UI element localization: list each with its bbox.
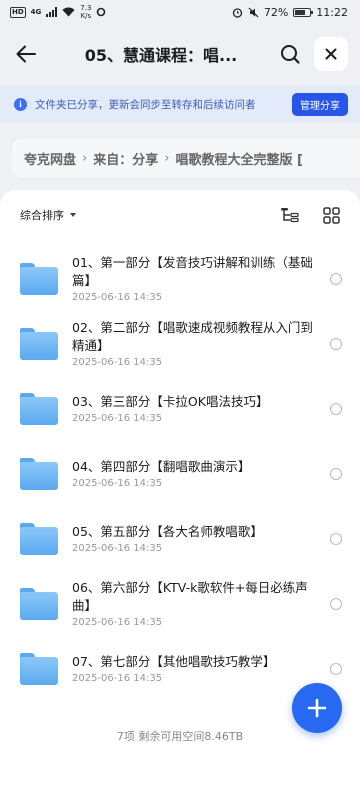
- status-right: 72% 11:22: [232, 6, 348, 19]
- caret-down-icon: [70, 213, 76, 217]
- mute-icon: [248, 7, 259, 17]
- share-notice-text: 文件夹已分享，更新会同步至转存和后续访问者: [35, 98, 256, 111]
- share-notice-bar: i 文件夹已分享，更新会同步至转存和后续访问者 管理分享: [0, 86, 360, 122]
- status-bar: HD 4G 7.3 K/s 72% 11:22: [0, 0, 360, 24]
- chevron-right-icon: ›: [82, 150, 88, 166]
- file-name: 06、第六部分【KTV-k歌软件+每日必练声曲】: [72, 580, 308, 613]
- file-name: 03、第三部分【卡拉OK唱法技巧】: [72, 394, 269, 409]
- back-button[interactable]: [0, 24, 52, 84]
- folder-icon: [20, 522, 58, 555]
- signal-icon: [46, 7, 58, 17]
- file-name: 07、第七部分【其他唱歌技巧教学】: [72, 654, 276, 669]
- file-date: 2025-06-16 14:35: [72, 617, 163, 628]
- sync-icon: [97, 7, 106, 17]
- close-icon: [325, 48, 337, 60]
- status-left: HD 4G 7.3 K/s: [10, 4, 106, 20]
- file-info: 02、第二部分【唱歌速成视频教程从入门到精通】 2025-06-16 14:35: [72, 319, 324, 368]
- list-toolbar: 综合排序: [0, 204, 360, 226]
- file-info: 05、第五部分【各大名师教唱歌】 2025-06-16 14:35: [72, 523, 324, 554]
- file-row[interactable]: 03、第三部分【卡拉OK唱法技巧】 2025-06-16 14:35: [0, 376, 360, 441]
- folder-icon: [20, 262, 58, 295]
- chevron-right-icon: ›: [164, 150, 170, 166]
- file-row[interactable]: 04、第四部分【翻唱歌曲演示】 2025-06-16 14:35: [0, 441, 360, 506]
- file-info: 07、第七部分【其他唱歌技巧教学】 2025-06-16 14:35: [72, 653, 324, 684]
- manage-share-button[interactable]: 管理分享: [292, 92, 348, 116]
- folder-icon: [20, 327, 58, 360]
- select-radio[interactable]: [330, 532, 342, 545]
- file-date: 2025-06-16 14:35: [72, 292, 163, 303]
- file-date: 2025-06-16 14:35: [72, 357, 163, 368]
- file-row[interactable]: 06、第六部分【KTV-k歌软件+每日必练声曲】 2025-06-16 14:35: [0, 571, 360, 636]
- select-radio[interactable]: [330, 402, 342, 415]
- grid-view-button[interactable]: [320, 204, 342, 226]
- file-info: 03、第三部分【卡拉OK唱法技巧】 2025-06-16 14:35: [72, 393, 324, 424]
- grid-icon: [322, 206, 340, 224]
- tree-view-button[interactable]: [278, 204, 302, 226]
- breadcrumb-item-share[interactable]: 来自：分享: [93, 149, 158, 168]
- file-date: 2025-06-16 14:35: [72, 478, 163, 489]
- file-info: 01、第一部分【发音技巧讲解和训练（基础篇】 2025-06-16 14:35: [72, 254, 324, 303]
- file-date: 2025-06-16 14:35: [72, 413, 163, 424]
- speed-unit: K/s: [80, 12, 92, 20]
- battery-percent: 72%: [263, 5, 289, 19]
- file-row[interactable]: 05、第五部分【各大名师教唱歌】 2025-06-16 14:35: [0, 506, 360, 571]
- file-name: 02、第二部分【唱歌速成视频教程从入门到精通】: [72, 320, 313, 353]
- clock: 11:22: [316, 5, 348, 19]
- file-info: 04、第四部分【翻唱歌曲演示】 2025-06-16 14:35: [72, 458, 324, 489]
- select-radio[interactable]: [330, 272, 342, 285]
- search-icon: [281, 45, 300, 64]
- search-button[interactable]: [270, 34, 310, 74]
- file-date: 2025-06-16 14:35: [72, 673, 163, 684]
- folder-icon: [20, 457, 58, 490]
- info-icon: i: [14, 97, 27, 111]
- network-badge: HD: [10, 6, 26, 18]
- file-row[interactable]: 01、第一部分【发音技巧讲解和训练（基础篇】 2025-06-16 14:35: [0, 246, 360, 311]
- select-radio[interactable]: [330, 662, 342, 675]
- file-date: 2025-06-16 14:35: [72, 543, 163, 554]
- breadcrumb-item-root[interactable]: 夸克网盘: [24, 149, 76, 168]
- folder-icon: [20, 392, 58, 425]
- file-row[interactable]: 02、第二部分【唱歌速成视频教程从入门到精通】 2025-06-16 14:35: [0, 311, 360, 376]
- alarm-icon: [232, 7, 242, 18]
- tree-structure-icon: [281, 208, 299, 223]
- close-button[interactable]: [314, 37, 348, 71]
- breadcrumb-item-folder[interactable]: 唱歌教程大全完整版 [: [175, 149, 302, 168]
- file-list: 01、第一部分【发音技巧讲解和训练（基础篇】 2025-06-16 14:35 02…: [0, 246, 360, 701]
- battery-icon: [293, 7, 314, 17]
- folder-icon: [20, 652, 58, 685]
- sort-label: 综合排序: [20, 209, 64, 222]
- file-info: 06、第六部分【KTV-k歌软件+每日必练声曲】 2025-06-16 14:35: [72, 579, 324, 628]
- network-type: 4G: [30, 8, 42, 16]
- network-speed: 7.3 K/s: [80, 4, 91, 20]
- select-radio[interactable]: [330, 467, 342, 480]
- file-name: 05、第五部分【各大名师教唱歌】: [72, 524, 263, 539]
- speed-value: 7.3: [80, 4, 92, 12]
- page-title: 05、慧通课程：唱...: [84, 46, 238, 65]
- select-radio[interactable]: [330, 597, 342, 610]
- sort-button[interactable]: 综合排序: [20, 207, 76, 223]
- breadcrumb: 夸克网盘 › 来自：分享 › 唱歌教程大全完整版 [: [12, 139, 360, 177]
- arrow-left-icon: [16, 45, 36, 63]
- plus-icon: [307, 698, 327, 718]
- file-name: 01、第一部分【发音技巧讲解和训练（基础篇】: [72, 255, 313, 288]
- top-app-bar: 05、慧通课程：唱...: [0, 24, 360, 84]
- file-name: 04、第四部分【翻唱歌曲演示】: [72, 459, 251, 474]
- select-radio[interactable]: [330, 337, 342, 350]
- add-button[interactable]: [292, 683, 342, 733]
- wifi-icon: [62, 7, 75, 17]
- folder-icon: [20, 587, 58, 620]
